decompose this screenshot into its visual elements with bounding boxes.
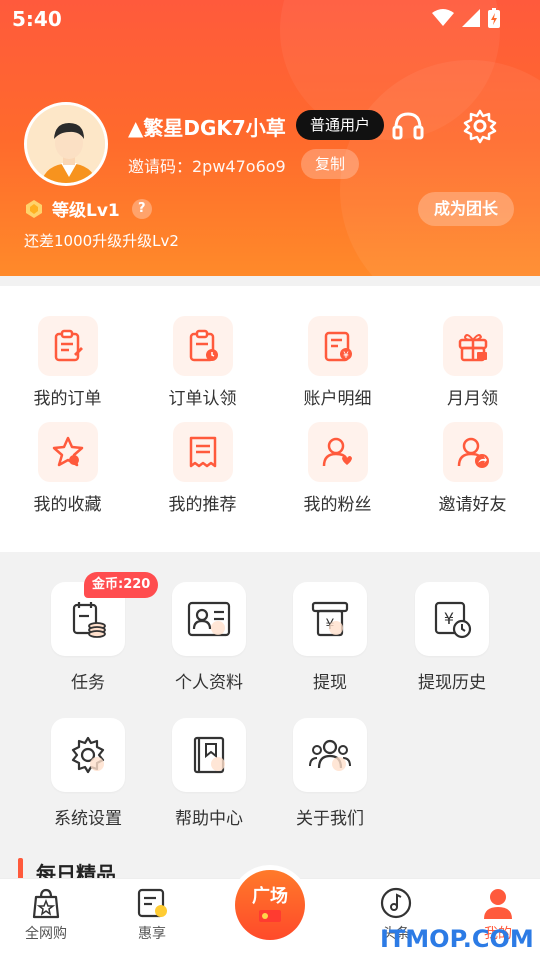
menu-row-1: 我的订单 订单认领 ¥ 账户明细 月月领 <box>0 316 540 409</box>
menu-item-recommend[interactable]: 我的推荐 <box>135 422 270 515</box>
wifi-icon <box>432 9 454 26</box>
user-icon <box>484 889 512 919</box>
menu-item-favorites[interactable]: 我的收藏 <box>0 422 135 515</box>
menu-item-label: 邀请好友 <box>438 495 507 515</box>
menu-item-order-claim[interactable]: 订单认领 <box>135 316 270 409</box>
status-time: 5:40 <box>12 7 62 31</box>
status-bar: 5:40 <box>0 0 540 38</box>
gear-icon <box>51 718 125 792</box>
profile-page: 5:40 ▲繁星DGK7小草 普通用户 邀请码：2pw47o6o9 复制 等级L… <box>0 0 540 960</box>
headset-icon[interactable] <box>390 108 426 144</box>
withdraw-history-icon: ¥ <box>415 582 489 656</box>
status-icons <box>432 8 500 28</box>
menu-item-account-detail[interactable]: ¥ 账户明细 <box>270 316 405 409</box>
shopping-bag-icon <box>32 888 60 919</box>
svg-text:¥: ¥ <box>343 351 349 361</box>
username: ▲繁星DGK7小草 <box>128 116 286 140</box>
order-icon <box>37 316 98 376</box>
help-book-icon <box>172 718 246 792</box>
menu-item-monthly-gift[interactable]: 月月领 <box>405 316 540 409</box>
invite-code: 邀请码：2pw47o6o9 <box>128 157 286 176</box>
menu-item-label: 我的推荐 <box>168 495 237 515</box>
tool-withdraw-history[interactable]: ¥ 提现历史 <box>402 582 502 693</box>
user-type-badge: 普通用户 <box>296 110 385 140</box>
menu-item-label: 月月领 <box>447 389 498 409</box>
menu-item-label: 订单认领 <box>168 389 237 409</box>
tool-label: 提现历史 <box>418 673 486 693</box>
avatar[interactable] <box>24 102 108 186</box>
plaza-button: 广场 <box>235 870 305 940</box>
level-badge-icon <box>26 199 42 218</box>
svg-text:¥: ¥ <box>444 609 454 628</box>
nav-label: 广场 <box>252 886 288 907</box>
red-packet-icon <box>259 910 281 922</box>
favorite-icon <box>37 422 98 482</box>
tool-personal-info[interactable]: 个人资料 <box>159 582 259 693</box>
menu-item-invite-friends[interactable]: 邀请好友 <box>405 422 540 515</box>
tool-system-settings[interactable]: 系统设置 <box>38 718 138 829</box>
menu-item-fans[interactable]: 我的粉丝 <box>270 422 405 515</box>
menu-item-label: 我的粉丝 <box>303 495 372 515</box>
withdraw-icon: ¥ <box>293 582 367 656</box>
become-leader-button[interactable]: 成为团长 <box>418 192 515 226</box>
battery-icon <box>488 8 500 28</box>
nav-label: 全网购 <box>25 926 67 942</box>
order-claim-icon <box>172 316 233 376</box>
tool-label: 提现 <box>313 673 347 693</box>
watermark: ITMOP.COM <box>380 925 534 953</box>
tool-label: 系统设置 <box>54 809 122 829</box>
order-menu-panel: 我的订单 订单认领 ¥ 账户明细 月月领 我的收藏 我的推荐 我的粉丝 邀请好友 <box>0 286 540 552</box>
nav-label: 惠享 <box>138 926 166 942</box>
tool-label: 个人资料 <box>175 673 243 693</box>
profile-header: 5:40 ▲繁星DGK7小草 普通用户 邀请码：2pw47o6o9 复制 等级L… <box>0 0 540 276</box>
coupon-list-icon <box>137 888 167 918</box>
tool-help-center[interactable]: 帮助中心 <box>159 718 259 829</box>
music-note-icon <box>380 887 412 919</box>
tool-label: 关于我们 <box>296 809 364 829</box>
upgrade-hint: 还差1000升级升级Lv2 <box>24 232 179 250</box>
account-detail-icon: ¥ <box>307 316 368 376</box>
level-text: 等级Lv1 <box>52 201 120 221</box>
nav-item-all-shop[interactable]: 全网购 <box>6 887 86 943</box>
tools-panel: 任务 个人资料 ¥ 提现 ¥ 提现历史 系统设置 <box>0 552 540 882</box>
level-row: 等级Lv1 ? <box>24 196 152 221</box>
avatar-icon <box>27 105 105 183</box>
tool-about-us[interactable]: 关于我们 <box>280 718 380 829</box>
tool-withdraw[interactable]: ¥ 提现 <box>280 582 380 693</box>
copy-button[interactable]: 复制 <box>301 149 360 179</box>
invite-icon <box>442 422 503 482</box>
tool-label: 任务 <box>71 673 105 693</box>
nav-item-plaza[interactable]: 广场 <box>230 865 310 945</box>
help-question-icon[interactable]: ? <box>131 198 152 219</box>
tool-label: 帮助中心 <box>175 809 243 829</box>
menu-item-label: 我的订单 <box>33 389 102 409</box>
recommend-icon <box>172 422 233 482</box>
menu-item-label: 账户明细 <box>303 389 372 409</box>
fans-icon <box>307 422 368 482</box>
team-icon <box>293 718 367 792</box>
gift-icon <box>442 316 503 376</box>
menu-item-label: 我的收藏 <box>33 495 102 515</box>
signal-icon <box>462 9 480 27</box>
menu-row-2: 我的收藏 我的推荐 我的粉丝 邀请好友 <box>0 422 540 515</box>
settings-gear-icon[interactable] <box>462 108 498 144</box>
menu-item-my-orders[interactable]: 我的订单 <box>0 316 135 409</box>
profile-card-icon <box>172 582 246 656</box>
coin-badge: 金币:220 <box>84 572 159 598</box>
tool-task[interactable]: 任务 <box>38 582 138 693</box>
nav-item-benefits[interactable]: 惠享 <box>112 887 192 943</box>
